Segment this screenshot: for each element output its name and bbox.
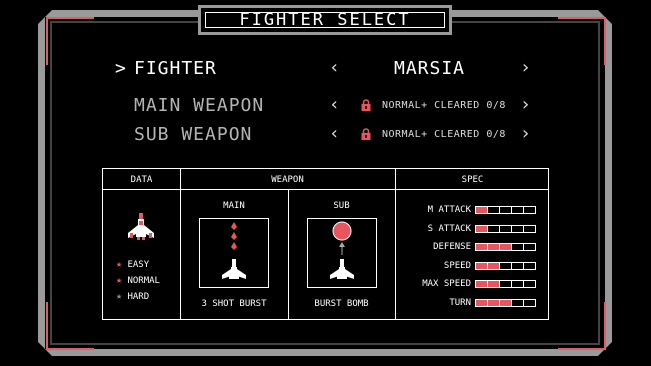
spec-bar-segment — [523, 224, 536, 233]
spec-bar-segment — [523, 243, 536, 251]
sub-weapon-label: SUB WEAPON — [134, 124, 253, 145]
sub-weapon-prev-arrow[interactable]: ‹ — [329, 123, 340, 144]
spec-bar — [475, 261, 536, 270]
lock-icon — [361, 128, 371, 140]
main-weapon-next-arrow[interactable]: › — [520, 94, 531, 115]
sub-weapon-column-label: SUB — [333, 201, 350, 211]
column-divider — [180, 169, 181, 319]
fighter-info-panel: DATA WEAPON SPEC ★ EASY ★ NORMAL ★ HARD … — [102, 168, 549, 320]
spec-bar — [475, 224, 536, 233]
column-divider — [395, 169, 396, 319]
sub-weapon-preview — [307, 218, 377, 288]
difficulty-normal: ★ NORMAL — [116, 275, 160, 286]
difficulty-hard: ★ HARD — [116, 291, 149, 302]
main-weapon-name: 3 SHOT BURST — [201, 299, 267, 309]
fighter-name: MARSIA — [394, 58, 466, 79]
spec-label: S ATTACK — [427, 223, 471, 234]
sub-weapon-name: BURST BOMB — [314, 299, 369, 309]
corner-accent-top-left — [46, 17, 94, 65]
main-weapon-column-label: MAIN — [223, 201, 245, 211]
lock-icon — [361, 99, 371, 111]
main-weapon-prev-arrow[interactable]: ‹ — [329, 94, 340, 115]
fighter-prev-arrow[interactable]: ‹ — [329, 57, 340, 78]
page-title: FIGHTER SELECT — [239, 10, 411, 30]
spec-bar-segment — [523, 261, 536, 270]
spec-bar — [475, 243, 536, 251]
main-weapon-preview — [199, 218, 269, 288]
fighter-label: FIGHTER — [134, 58, 217, 79]
selection-cursor: > — [115, 58, 127, 79]
spec-bar — [475, 206, 536, 214]
fighter-next-arrow[interactable]: › — [520, 57, 531, 78]
spec-label: MAX SPEED — [422, 279, 471, 289]
main-weapon-lock-status: NORMAL+ CLEARED 0/8 — [382, 100, 506, 111]
star-icon: ★ — [116, 259, 123, 270]
difficulty-label: NORMAL — [127, 276, 160, 286]
main-weapon-label: MAIN WEAPON — [134, 95, 265, 116]
spec-bar-segment — [523, 298, 536, 307]
header-divider — [103, 189, 548, 190]
spec-bar-segment — [523, 206, 536, 214]
difficulty-easy: ★ EASY — [116, 259, 149, 270]
sub-weapon-lock-status: NORMAL+ CLEARED 0/8 — [382, 129, 506, 140]
star-icon: ★ — [116, 291, 123, 302]
difficulty-label: HARD — [127, 292, 150, 302]
spec-label: SPEED — [443, 260, 471, 271]
spec-bar — [475, 298, 536, 307]
difficulty-label: EASY — [127, 260, 150, 270]
main-weapon-shot-graphic — [222, 222, 246, 279]
title-plate: FIGHTER SELECT — [198, 5, 452, 35]
corner-accent-bottom-right — [558, 302, 606, 350]
corner-accent-top-right — [558, 17, 606, 65]
spec-label: TURN — [449, 297, 471, 308]
spec-header: SPEC — [461, 175, 484, 185]
sub-weapon-next-arrow[interactable]: › — [520, 123, 531, 144]
spec-bar-segment — [523, 280, 536, 288]
spec-label: M ATTACK — [427, 205, 471, 215]
data-header: DATA — [130, 175, 153, 185]
fighter-ship-icon — [128, 213, 154, 240]
weapon-header: WEAPON — [271, 175, 304, 185]
spec-bar — [475, 280, 536, 288]
spec-label: DEFENSE — [433, 242, 471, 252]
star-icon: ★ — [116, 275, 123, 286]
sub-weapon-bomb-graphic — [330, 221, 354, 279]
corner-accent-bottom-left — [46, 302, 94, 350]
